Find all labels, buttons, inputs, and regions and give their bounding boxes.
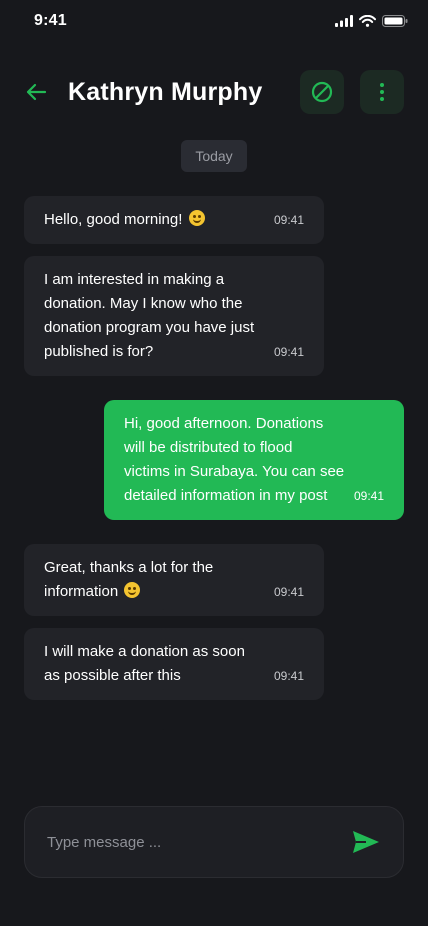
message-bubble-incoming: I will make a donation as soon as possib… [24, 628, 324, 700]
wifi-icon [359, 15, 376, 27]
block-button[interactable] [300, 70, 344, 114]
message-line: information [44, 583, 119, 600]
message-time: 09:41 [353, 489, 384, 503]
more-options-button[interactable] [360, 70, 404, 114]
message-text: I am interested in making a donation. Ma… [44, 268, 254, 364]
message-line-with-emoji: information [44, 580, 213, 604]
message-time: 09:41 [273, 585, 304, 599]
arrow-left-icon [26, 83, 47, 101]
message-line: victims in Surabaya. You can see [124, 463, 345, 480]
message-text: Great, thanks a lot for the information [44, 556, 213, 604]
message-line: published is for? [44, 343, 154, 360]
message-text: I will make a donation as soon as possib… [44, 640, 245, 688]
message-line: donation. May I know who the [44, 295, 243, 312]
message-line: donation program you have just [44, 319, 255, 336]
message-time: 09:41 [273, 345, 304, 359]
send-icon [353, 831, 379, 853]
message-line: Hi, good afternoon. Donations [124, 415, 324, 432]
message-time: 09:41 [273, 669, 304, 683]
status-icons [335, 15, 408, 27]
contact-name: Kathryn Murphy [68, 78, 263, 106]
message-line: as possible after this [44, 667, 181, 684]
message-text: Hello, good morning! [44, 208, 205, 232]
smiling-face-icon [188, 210, 205, 226]
back-button[interactable] [24, 80, 48, 104]
status-time: 9:41 [34, 12, 67, 29]
message-composer [24, 806, 404, 878]
message-line: Hello, good morning! [44, 211, 183, 228]
message-line: I will make a donation as soon [44, 643, 245, 660]
more-vertical-icon [380, 83, 384, 101]
message-bubble-incoming: Great, thanks a lot for the information … [24, 544, 324, 616]
message-bubble-incoming: I am interested in making a donation. Ma… [24, 256, 324, 376]
message-time: 09:41 [273, 213, 304, 227]
message-bubble-incoming: Hello, good morning! 09:41 [24, 196, 324, 244]
message-text: Hi, good afternoon. Donations will be di… [124, 412, 344, 508]
message-line: I am interested in making a [44, 271, 225, 288]
message-input[interactable] [47, 807, 337, 877]
send-button[interactable] [351, 829, 381, 855]
status-bar: 9:41 [0, 0, 428, 44]
grinning-face-icon [124, 582, 141, 598]
battery-icon [382, 15, 408, 27]
message-line: detailed information in my post [124, 487, 328, 504]
block-icon [311, 81, 333, 103]
message-line: Great, thanks a lot for the [44, 559, 214, 576]
chat-header: Kathryn Murphy [0, 70, 428, 114]
cellular-signal-icon [335, 15, 353, 27]
message-line: will be distributed to flood [124, 439, 293, 456]
date-divider: Today [181, 140, 247, 172]
message-bubble-outgoing: Hi, good afternoon. Donations will be di… [104, 400, 404, 520]
